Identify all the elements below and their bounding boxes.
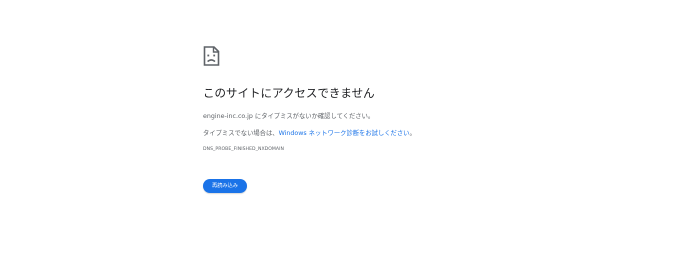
- error-title: このサイトにアクセスできません: [203, 86, 375, 100]
- error-suggestion: タイプミスでない場合は、Windows ネットワーク診断をお試しください。: [203, 129, 643, 138]
- error-detail: engine-inc.co.jp にタイプミスがないか確認してください。: [203, 113, 375, 120]
- sad-page-icon: [203, 46, 220, 66]
- suggestion-prefix: タイプミスでない場合は、: [203, 130, 279, 137]
- network-diagnostics-link[interactable]: Windows ネットワーク診断をお試しください: [279, 130, 410, 137]
- suggestion-suffix: 。: [409, 130, 416, 137]
- error-code: DNS_PROBE_FINISHED_NXDOMAIN: [203, 147, 284, 152]
- error-page: このサイトにアクセスできません engine-inc.co.jp にタイプミスが…: [203, 46, 643, 153]
- reload-button[interactable]: 再読み込み: [203, 179, 247, 193]
